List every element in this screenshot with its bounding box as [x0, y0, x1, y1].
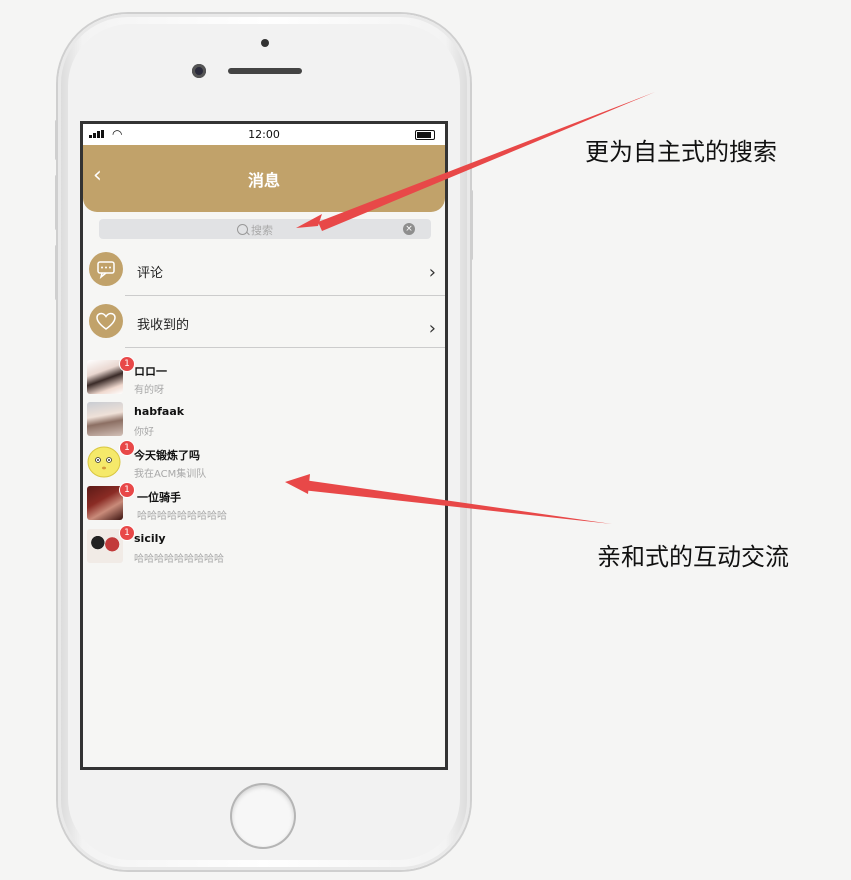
arrow-head-chat [285, 474, 310, 494]
annotation-search: 更为自主式的搜索 [585, 138, 777, 166]
annotation-chat: 亲和式的互动交流 [597, 543, 789, 571]
arrow-to-chat [302, 480, 612, 524]
arrow-head-search [296, 214, 322, 228]
